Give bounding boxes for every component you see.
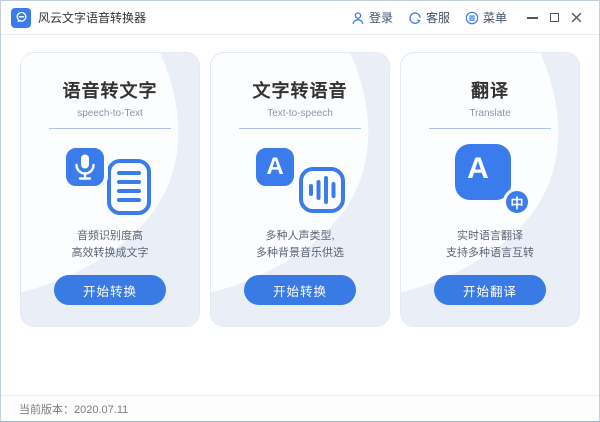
customer-service-button[interactable]: 客服	[408, 9, 450, 26]
translate-letter-glyph: A	[467, 152, 489, 185]
close-icon	[571, 12, 581, 23]
card-description: 多种人声类型, 多种背景音乐供选	[256, 228, 344, 262]
text-to-speech-icon: A	[252, 144, 348, 218]
minimize-icon	[526, 16, 538, 19]
card-subtitle: Translate	[469, 108, 511, 119]
footer-bar: 当前版本：2020.07.11	[1, 395, 599, 421]
card-subtitle: Text-to-speech	[267, 108, 333, 119]
card-description: 实时语言翻译 支持多种语言互转	[446, 228, 534, 262]
start-translate-button[interactable]: 开始翻译	[434, 275, 546, 305]
headset-icon	[409, 11, 421, 24]
card-description-line2: 多种背景音乐供选	[256, 247, 344, 259]
card-divider	[49, 128, 171, 129]
waveform-icon	[299, 167, 345, 213]
microphone-icon	[62, 144, 108, 190]
close-button[interactable]	[565, 7, 587, 29]
letter-a-icon: A	[252, 144, 298, 190]
card-title: 翻译	[471, 81, 509, 101]
titlebar: 风云文字语音转换器 登录 客服 菜单	[1, 1, 599, 35]
card-description-line1: 音频识别度高	[77, 230, 143, 242]
customer-service-label: 客服	[425, 11, 450, 25]
menu-button[interactable]: 菜单	[465, 9, 507, 26]
card-translate: 翻译 Translate A 中 实时语言翻译 支持多种语言互转 开始翻译	[400, 52, 580, 327]
card-description-line1: 实时语言翻译	[457, 230, 523, 242]
login-button[interactable]: 登录	[351, 9, 393, 26]
document-icon	[107, 159, 151, 215]
user-icon	[352, 11, 364, 24]
maximize-icon	[549, 13, 559, 22]
start-convert-button-1[interactable]: 开始转换	[54, 275, 166, 305]
login-label: 登录	[368, 11, 393, 25]
maximize-button[interactable]	[543, 7, 565, 29]
letter-a-glyph: A	[266, 153, 284, 180]
app-title: 风云文字语音转换器	[38, 11, 147, 25]
card-title: 文字转语音	[252, 81, 348, 101]
card-description-line2: 支持多种语言互转	[446, 247, 534, 259]
titlebar-actions: 登录 客服 菜单	[336, 7, 587, 29]
card-speech-to-text: 语音转文字 speech-to-Text 音频识别度高 高效转换成文字 开始转换	[20, 52, 200, 327]
translate-letter-icon: A	[455, 144, 511, 200]
menu-label: 菜单	[482, 11, 507, 25]
card-subtitle: speech-to-Text	[77, 108, 143, 119]
translate-icon: A 中	[455, 144, 531, 218]
minimize-button[interactable]	[521, 7, 543, 29]
chinese-char-glyph: 中	[510, 195, 524, 211]
speech-to-text-icon	[62, 144, 158, 218]
chinese-char-badge-icon: 中	[503, 188, 531, 216]
app-logo-icon	[11, 7, 31, 28]
card-divider	[239, 128, 361, 129]
app-window: 风云文字语音转换器 登录 客服 菜单 语音转文字 speech-to-Text …	[0, 0, 600, 422]
card-text-to-speech: 文字转语音 Text-to-speech A 多种人声类型, 多种背景音乐供选 …	[210, 52, 390, 327]
start-convert-button-2[interactable]: 开始转换	[244, 275, 356, 305]
main-content: 语音转文字 speech-to-Text 音频识别度高 高效转换成文字 开始转换…	[1, 35, 599, 395]
card-description: 音频识别度高 高效转换成文字	[72, 228, 149, 262]
version-label: 当前版本：2020.07.11	[19, 403, 129, 416]
card-description-line1: 多种人声类型,	[265, 230, 335, 242]
card-description-line2: 高效转换成文字	[71, 247, 149, 259]
window-controls	[521, 7, 587, 29]
card-divider	[429, 128, 551, 129]
card-title: 语音转文字	[62, 81, 158, 101]
menu-icon	[465, 11, 479, 24]
